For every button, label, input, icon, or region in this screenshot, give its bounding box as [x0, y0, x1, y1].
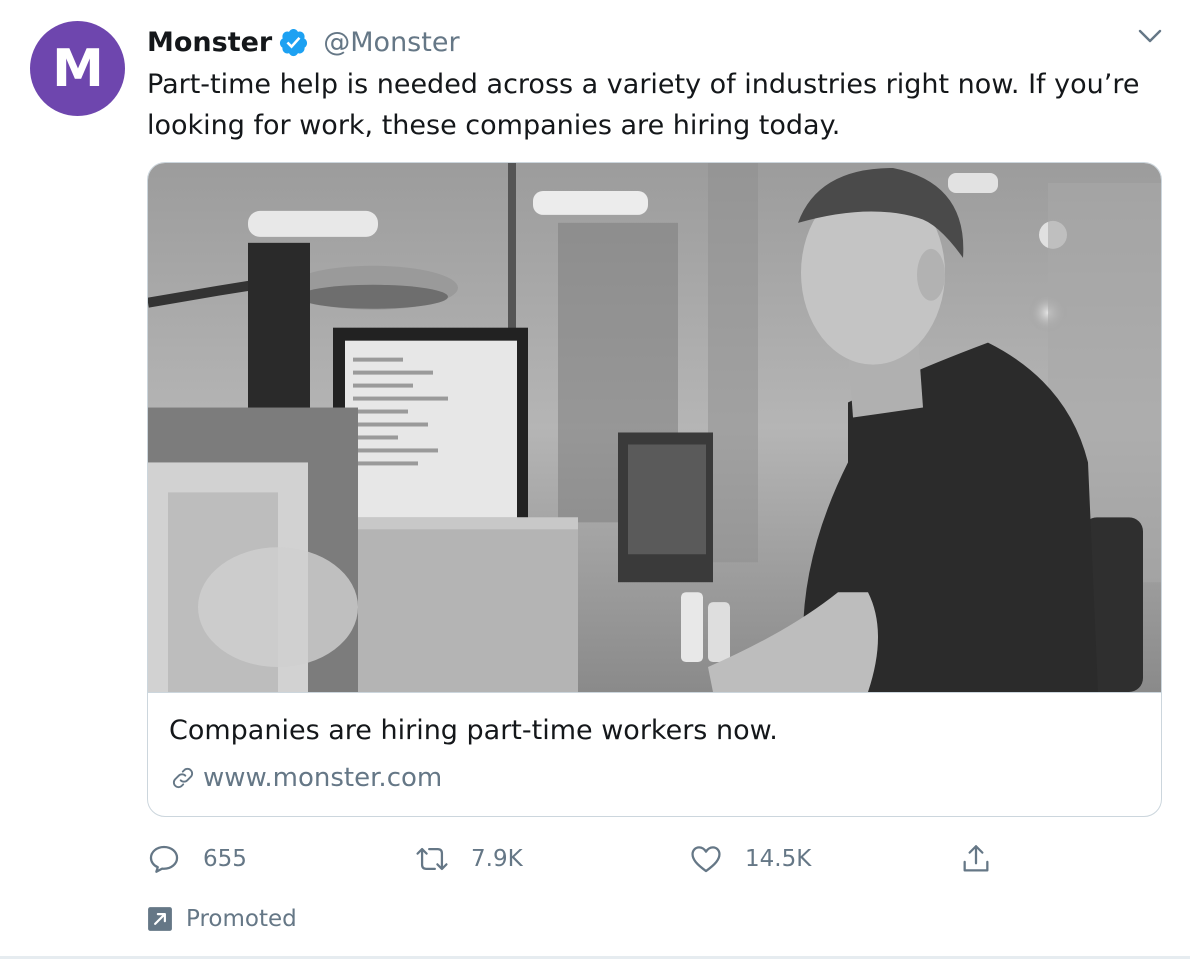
tweet-text: Part-time help is needed across a variet…	[147, 69, 1140, 141]
link-card[interactable]: Companies are hiring part-time workers n…	[147, 162, 1162, 817]
display-name[interactable]: Monster	[147, 27, 272, 58]
reply-count: 655	[203, 846, 247, 872]
card-title[interactable]: Companies are hiring part-time workers n…	[169, 715, 778, 746]
tweet[interactable]: M Monster @Monster Part-time help is nee…	[0, 0, 1190, 959]
promoted-text: Promoted	[186, 906, 297, 932]
share-button[interactable]	[959, 837, 993, 881]
avatar-letter: M	[52, 38, 104, 99]
card-link[interactable]: www.monster.com	[169, 761, 442, 795]
like-count: 14.5K	[745, 846, 812, 872]
tweet-header: Monster @Monster	[147, 22, 460, 62]
promoted-label[interactable]: Promoted	[147, 902, 297, 936]
card-image[interactable]	[148, 163, 1162, 693]
retweet-icon	[416, 847, 448, 871]
handle[interactable]: @Monster	[323, 27, 459, 58]
verified-badge-icon	[280, 28, 308, 56]
retweet-button[interactable]: 7.9K	[415, 837, 523, 881]
heart-icon	[691, 846, 721, 873]
like-button[interactable]: 14.5K	[689, 837, 811, 881]
avatar[interactable]: M	[30, 21, 125, 116]
reply-icon	[149, 845, 179, 873]
link-icon	[172, 767, 194, 789]
card-url: www.monster.com	[203, 763, 443, 793]
reply-button[interactable]: 655	[147, 837, 247, 881]
chevron-down-icon[interactable]	[1134, 22, 1166, 50]
retweet-count: 7.9K	[471, 846, 523, 872]
promoted-arrow-icon	[148, 907, 172, 931]
share-icon	[963, 845, 989, 872]
